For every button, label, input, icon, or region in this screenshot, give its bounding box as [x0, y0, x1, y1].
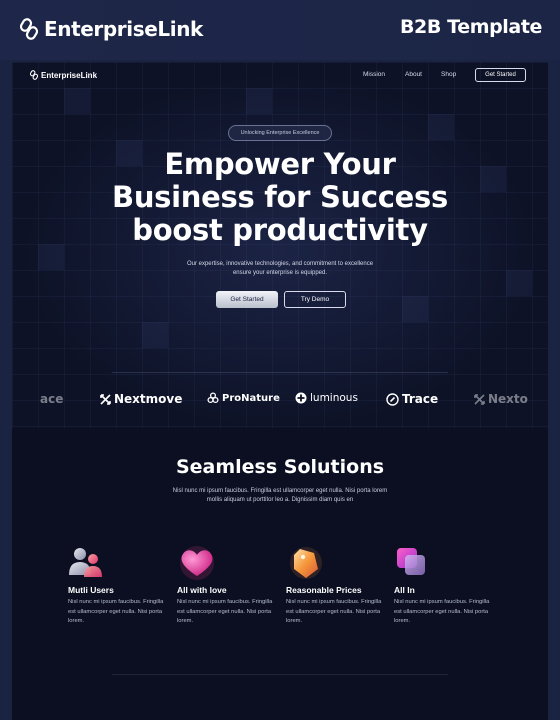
- partner-logo-luminous: luminous: [295, 392, 358, 404]
- feature-title: Reasonable Prices: [286, 585, 362, 595]
- hero-title: Empower Your Business for Success boost …: [12, 148, 548, 247]
- partner-logo-pronature: ProNature: [207, 392, 280, 404]
- site-brand[interactable]: EnterpriseLink: [30, 70, 97, 80]
- hero-title-line: Business for Success: [112, 180, 448, 214]
- heart-icon: [177, 545, 217, 581]
- grid-tile: [428, 114, 454, 140]
- link-logo-icon: [30, 70, 38, 80]
- nav-link-shop[interactable]: Shop: [441, 71, 456, 78]
- nextmove-icon: [100, 393, 111, 405]
- feature-description: Nisl nunc mi ipsum faucibus. Fringilla e…: [394, 599, 490, 624]
- partner-logo-trace-partial: ace: [40, 392, 64, 406]
- hero-subtitle: Our expertise, innovative technologies, …: [186, 261, 374, 276]
- partner-logo-nextmove-partial: Nexto: [474, 392, 528, 406]
- website-preview: EnterpriseLink Mission About Shop Get St…: [12, 62, 548, 720]
- users-icon: [68, 545, 108, 581]
- divider: [112, 372, 448, 373]
- grid-tile: [402, 296, 428, 322]
- template-brand: EnterpriseLink: [20, 15, 203, 43]
- partner-logo-trace: Trace: [386, 392, 438, 406]
- feature-title: All with love: [177, 585, 227, 595]
- try-demo-button[interactable]: Try Demo: [284, 291, 346, 308]
- nav-link-about[interactable]: About: [405, 71, 422, 78]
- grid-tile: [246, 88, 272, 114]
- partner-logo-nextmove: Nextmove: [100, 392, 182, 406]
- feature-card: All In Nisl nunc mi ipsum faucibus. Frin…: [394, 545, 494, 627]
- luminous-icon: [295, 392, 307, 404]
- site-brand-name: EnterpriseLink: [41, 70, 98, 80]
- pronature-icon: [207, 392, 219, 404]
- hero-section: EnterpriseLink Mission About Shop Get St…: [12, 62, 548, 428]
- feature-description: Nisl nunc mi ipsum faucibus. Fringilla e…: [286, 599, 382, 624]
- nav-link-mission[interactable]: Mission: [363, 71, 385, 78]
- nextmove-icon: [474, 393, 485, 405]
- partner-logo-strip: ace Nextmove ProNature luminous Trace Ne…: [12, 384, 548, 414]
- template-header: EnterpriseLink B2B Template: [0, 0, 560, 60]
- grid-tile: [64, 88, 90, 114]
- link-logo-icon: [20, 18, 38, 40]
- hero-badge: Unlocking Enterprise Excellence: [228, 125, 332, 141]
- hero-title-line: boost productivity: [132, 213, 428, 247]
- grid-tile: [142, 322, 168, 348]
- nav-get-started-button[interactable]: Get Started: [475, 68, 526, 82]
- section-subtitle: Nisl nunc mi ipsum faucibus. Fringilla e…: [172, 488, 388, 503]
- trace-icon: [386, 392, 399, 406]
- layers-icon: [394, 545, 434, 581]
- feature-description: Nisl nunc mi ipsum faucibus. Fringilla e…: [177, 599, 273, 624]
- get-started-button[interactable]: Get Started: [216, 291, 278, 308]
- grid-tile: [38, 244, 64, 270]
- feature-title: Mutli Users: [68, 585, 114, 595]
- grid-tile: [506, 270, 532, 296]
- divider: [112, 674, 448, 675]
- site-navbar: EnterpriseLink Mission About Shop Get St…: [12, 62, 548, 90]
- feature-description: Nisl nunc mi ipsum faucibus. Fringilla e…: [68, 599, 164, 624]
- feature-card: All with love Nisl nunc mi ipsum faucibu…: [177, 545, 277, 627]
- feature-card: Reasonable Prices Nisl nunc mi ipsum fau…: [286, 545, 386, 627]
- section-title: Seamless Solutions: [175, 456, 385, 478]
- price-tag-icon: [286, 545, 326, 581]
- template-brand-name: EnterpriseLink: [44, 17, 203, 41]
- feature-title: All In: [394, 585, 415, 595]
- feature-card: Mutli Users Nisl nunc mi ipsum faucibus.…: [68, 545, 168, 627]
- hero-title-line: Empower Your: [164, 147, 396, 181]
- template-tag: B2B Template: [399, 16, 542, 38]
